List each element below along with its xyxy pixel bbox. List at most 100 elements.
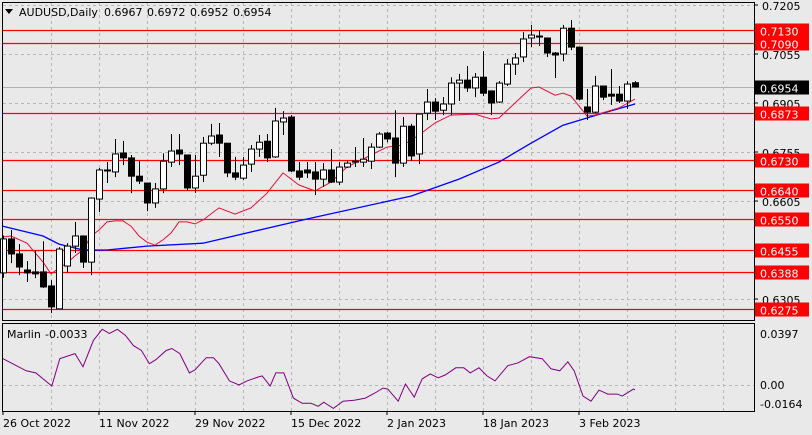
candle-body-bullish	[520, 38, 527, 58]
candle-body-bearish	[264, 140, 271, 159]
price-tick-label: 0.7205	[762, 0, 801, 13]
candle-body-bearish	[216, 134, 223, 144]
indicator-axis-zero: 0.00	[760, 379, 785, 392]
candle-body-bullish	[624, 83, 631, 102]
candle-body-bearish	[32, 271, 39, 275]
candle-body-bullish	[96, 169, 103, 200]
level-label: 0.6873	[760, 109, 799, 122]
candle-body-bullish	[376, 133, 383, 148]
candle-body-bullish	[344, 162, 351, 168]
current-price-label: 0.6954	[760, 83, 799, 96]
candle-body-bullish	[416, 113, 423, 155]
level-label: 0.6275	[760, 305, 799, 318]
candle-body-bullish	[56, 248, 63, 310]
indicator-header: Marlin -0.0033	[7, 328, 87, 341]
indicator-axis-top: 0.0397	[760, 328, 799, 341]
candle-body-bullish	[592, 85, 599, 113]
candle-body-bearish	[584, 106, 591, 113]
candle-body-bearish	[40, 271, 47, 288]
candle-body-bullish	[208, 135, 215, 144]
symbol-label: AUDUSD,Daily	[19, 6, 98, 19]
level-label: 0.6550	[760, 215, 799, 228]
candle-body-bearish	[312, 171, 319, 180]
date-label: 2 Jan 2023	[387, 417, 446, 430]
candle-body-bearish	[24, 269, 31, 274]
candle-body-bullish	[152, 188, 159, 204]
candle-body-bullish	[352, 160, 359, 163]
candle	[408, 123, 415, 162]
candle-body-bearish	[536, 35, 543, 38]
candle	[0, 235, 7, 278]
candle-body-bearish	[128, 157, 135, 177]
candle-body-bullish	[512, 57, 519, 65]
candle-body-bearish	[432, 101, 439, 112]
candle-body-bearish	[488, 90, 495, 104]
candle-body-bullish	[400, 125, 407, 164]
ohlc-close: 0.6954	[233, 6, 272, 19]
candle-body-bearish	[144, 182, 151, 204]
candle-body-bullish	[168, 150, 175, 163]
candle-body-bullish	[560, 27, 567, 55]
candle-body-bearish	[288, 116, 295, 172]
candle	[376, 132, 383, 149]
chart-background	[0, 0, 812, 435]
candle-body-bullish	[64, 245, 71, 267]
candle-body-bearish	[544, 37, 551, 54]
candle-body-bullish	[160, 160, 167, 190]
ohlc-low: 0.6952	[190, 6, 229, 19]
candle-body-bullish	[528, 34, 535, 39]
indicator-axis-bottom: -0.0164	[760, 398, 802, 411]
candle-body-bullish	[280, 117, 287, 123]
candle-body-bearish	[408, 125, 415, 157]
candle-body-bullish	[0, 238, 7, 274]
candle	[224, 142, 231, 178]
ohlc-open: 0.6967	[104, 6, 143, 19]
level-label: 0.6730	[760, 156, 799, 169]
candle-body-bullish	[504, 63, 511, 85]
candle-body-bullish	[72, 235, 79, 247]
candle-body-bearish	[48, 285, 55, 308]
candle-body-bearish	[568, 27, 575, 48]
date-label: 26 Oct 2022	[3, 417, 71, 430]
candle-body-bearish	[632, 82, 639, 88]
candle	[184, 154, 191, 191]
candle-body-bullish	[112, 153, 119, 173]
candle-body-bearish	[608, 93, 615, 97]
candle	[56, 247, 63, 310]
candle-body-bullish	[472, 76, 479, 89]
candle-body-bullish	[272, 120, 279, 158]
level-label: 0.6388	[760, 268, 799, 281]
candle-body-bearish	[384, 132, 391, 140]
indicator-value: -0.0033	[45, 328, 87, 341]
date-label: 29 Nov 2022	[195, 417, 265, 430]
candle-body-bullish	[496, 82, 503, 103]
candle-body-bullish	[360, 158, 367, 163]
candle-body-bullish	[256, 141, 263, 150]
candle-body-bullish	[200, 142, 207, 176]
candle-body-bearish	[552, 52, 559, 56]
candle	[496, 81, 503, 104]
level-label: 0.7090	[760, 39, 799, 52]
candle-body-bearish	[296, 170, 303, 178]
candle-body-bullish	[88, 197, 95, 263]
candle-body-bearish	[120, 152, 127, 159]
candle-body-bearish	[136, 175, 143, 182]
ohlc-high: 0.6972	[147, 6, 186, 19]
candle-body-bearish	[224, 142, 231, 174]
candle-body-bearish	[176, 149, 183, 155]
candle-body-bullish	[456, 79, 463, 84]
candle-body-bearish	[16, 253, 23, 268]
date-label: 18 Jan 2023	[483, 417, 549, 430]
candle-body-bearish	[480, 76, 487, 94]
date-label: 3 Feb 2023	[579, 417, 640, 430]
candle-body-bearish	[600, 85, 607, 98]
candle-body-bullish	[336, 166, 343, 183]
candle-body-bearish	[8, 238, 15, 255]
candle	[288, 115, 295, 172]
candle-body-bullish	[104, 169, 111, 172]
candle	[200, 136, 207, 183]
candle-body-bearish	[392, 137, 399, 164]
level-label: 0.6640	[760, 186, 799, 199]
price-chart[interactable]: 0.72050.70550.69050.67550.66050.63050.71…	[0, 0, 812, 435]
candle-body-bullish	[192, 175, 199, 189]
